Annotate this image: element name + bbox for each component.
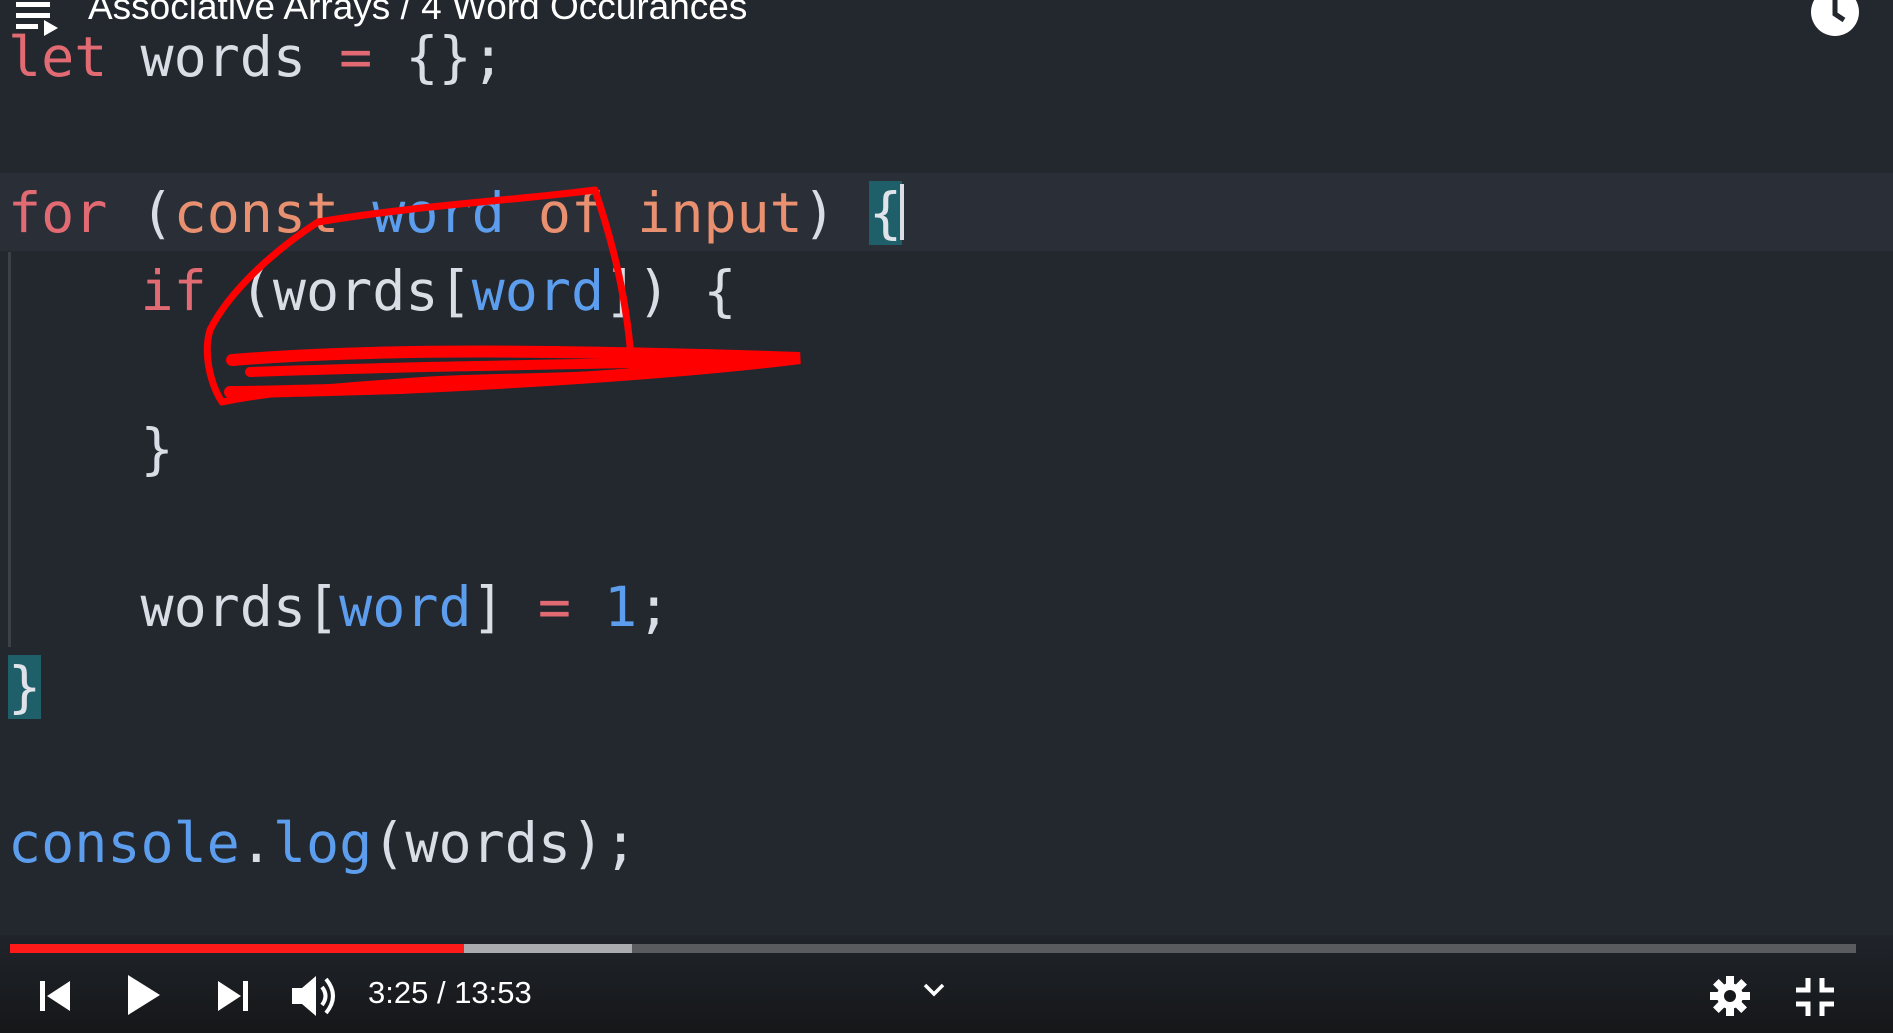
video-top-bar: Associative Arrays / 4 Word Occurances bbox=[0, 0, 1893, 40]
duration: 13:53 bbox=[454, 975, 532, 1010]
identifier: words bbox=[272, 259, 439, 323]
function-name: log bbox=[272, 811, 373, 875]
clock-icon[interactable] bbox=[1810, 0, 1860, 40]
gear-icon[interactable] bbox=[1708, 974, 1752, 1018]
text-caret bbox=[900, 184, 905, 240]
play-icon[interactable] bbox=[124, 972, 164, 1018]
time-display: 3:25 / 13:53 bbox=[368, 975, 532, 1010]
code-line-7: console.log(words); bbox=[8, 811, 638, 875]
identifier: words bbox=[140, 575, 307, 639]
keyword: of bbox=[537, 181, 605, 245]
current-time: 3:25 bbox=[368, 975, 429, 1010]
video-title[interactable]: Associative Arrays / 4 Word Occurances bbox=[88, 0, 747, 28]
identifier: word bbox=[471, 259, 605, 323]
volume-icon[interactable] bbox=[290, 974, 340, 1018]
identifier: word bbox=[372, 181, 505, 245]
chevron-down-icon[interactable] bbox=[922, 982, 946, 998]
playlist-icon[interactable] bbox=[16, 0, 64, 36]
identifier: word bbox=[339, 575, 472, 639]
skip-next-icon[interactable] bbox=[214, 978, 250, 1014]
progress-bar[interactable] bbox=[10, 944, 1856, 953]
code-line-4: } bbox=[8, 414, 174, 484]
closing-brace: } bbox=[140, 417, 174, 481]
keyword: const bbox=[173, 181, 340, 245]
progress-played bbox=[10, 944, 465, 953]
keyword: for bbox=[8, 181, 108, 245]
identifier: console bbox=[8, 811, 240, 875]
code-line-2: for (const word of input) { bbox=[8, 181, 905, 245]
keyword: if bbox=[140, 259, 207, 323]
skip-previous-icon[interactable] bbox=[38, 978, 74, 1014]
matched-brace: } bbox=[8, 655, 42, 719]
exit-fullscreen-icon[interactable] bbox=[1794, 976, 1836, 1018]
code-line-6: } bbox=[8, 652, 42, 722]
code-line-3: if (words[word]) { bbox=[140, 259, 737, 323]
identifier: input bbox=[637, 181, 803, 245]
code-line-5: words[word] = 1; bbox=[140, 575, 671, 639]
number-literal: 1 bbox=[604, 575, 638, 639]
matched-brace: { bbox=[869, 181, 903, 245]
code-editor: let words = {}; for (const word of input… bbox=[0, 0, 1893, 935]
operator: = bbox=[537, 575, 571, 639]
